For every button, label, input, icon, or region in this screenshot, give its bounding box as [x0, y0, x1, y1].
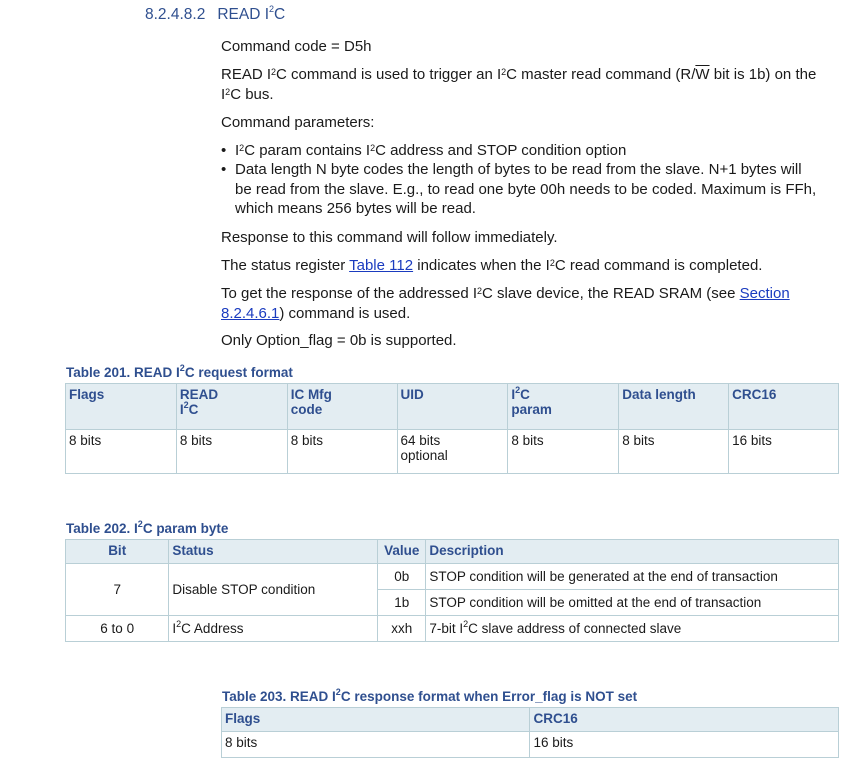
table-201-header-row: Flags READ I2C IC Mfg code UID I2C param Da…	[65, 383, 839, 430]
col-uid: UID	[396, 383, 509, 430]
cell: 64 bits optional	[396, 429, 509, 474]
col-status: Status	[168, 539, 379, 564]
col-bit: Bit	[64, 539, 170, 564]
table-row: 8 bits 8 bits 8 bits 64 bits optional 8 b…	[65, 429, 839, 474]
col-value: Value	[377, 539, 427, 564]
col-description: Description	[425, 539, 839, 564]
col-ic-mfg-code: IC Mfg code	[286, 383, 398, 430]
section-number: 8.2.4.8.2	[145, 6, 206, 23]
section-title: READ I2C	[217, 4, 286, 23]
param-bullet-i2c: I2C param contains I2C address and STOP …	[221, 141, 821, 161]
cell: 8 bits	[286, 429, 398, 474]
table-202: Bit Status Value Description 7 Disable S…	[64, 539, 839, 642]
option-flag-text: Only Option_flag = 0b is supported.	[221, 332, 457, 349]
status-register-text: The status register Table 112 indicates …	[221, 257, 763, 274]
cell: 8 bits	[220, 731, 531, 758]
col-read-i2c: READ I2C	[175, 383, 288, 430]
table-row: 8 bits 16 bits	[220, 731, 839, 758]
section-heading: 8.2.4.8.2 READ I2C	[145, 4, 286, 24]
table-112-link[interactable]: Table 112	[349, 257, 413, 274]
col-flags: Flags	[220, 707, 531, 732]
cell-bit: 7	[64, 563, 170, 616]
table-203-caption: Table 203. READ I2C response format when…	[222, 687, 638, 704]
command-code-text: Command code = D5h	[221, 38, 372, 55]
cell-status: Disable STOP condition	[168, 563, 379, 616]
cell: 16 bits	[728, 429, 839, 474]
col-i2c-param: I2C param	[507, 383, 620, 430]
table-202-header-row: Bit Status Value Description	[64, 539, 839, 564]
cell-description: 7-bit I2C slave address of connected sla…	[425, 615, 839, 642]
cell: 8 bits	[65, 429, 177, 474]
response-immediate-text: Response to this command will follow imm…	[221, 229, 558, 246]
table-203: Flags CRC16 8 bits 16 bits	[220, 707, 839, 758]
cell-description: STOP condition will be omitted at the en…	[425, 589, 839, 616]
col-crc16: CRC16	[728, 383, 839, 430]
cell-value: 1b	[377, 589, 427, 616]
cell-bit: 6 to 0	[64, 615, 170, 642]
cell: 8 bits	[507, 429, 620, 474]
col-data-length: Data length	[618, 383, 730, 430]
cell: 8 bits	[175, 429, 288, 474]
table-201: Flags READ I2C IC Mfg code UID I2C param Da…	[65, 383, 839, 474]
table-202-caption: Table 202. I2C param byte	[66, 519, 229, 536]
cell: 8 bits	[618, 429, 730, 474]
command-description: READ I2C command is used to trigger an I…	[221, 66, 817, 103]
table-201-caption: Table 201. READ I2C request format	[66, 363, 293, 380]
cell-description: STOP condition will be generated at the …	[425, 563, 839, 590]
table-row: 7 Disable STOP condition 0b STOP conditi…	[64, 563, 839, 616]
table-203-header-row: Flags CRC16	[220, 707, 839, 732]
get-response-text: To get the response of the addressed I2C…	[221, 285, 790, 322]
col-crc16: CRC16	[529, 707, 839, 732]
cell-status: I2C Address	[168, 615, 379, 642]
param-bullet-data-length: Data length N byte codes the length of b…	[221, 160, 821, 219]
col-flags: Flags	[65, 383, 177, 430]
cell-value: 0b	[377, 563, 427, 590]
table-row: 6 to 0 I2C Address xxh 7-bit I2C slave a…	[64, 615, 839, 642]
cell: 16 bits	[529, 731, 839, 758]
cell-value: xxh	[377, 615, 427, 642]
command-parameters: Command parameters: I2C param contains I…	[221, 113, 821, 219]
